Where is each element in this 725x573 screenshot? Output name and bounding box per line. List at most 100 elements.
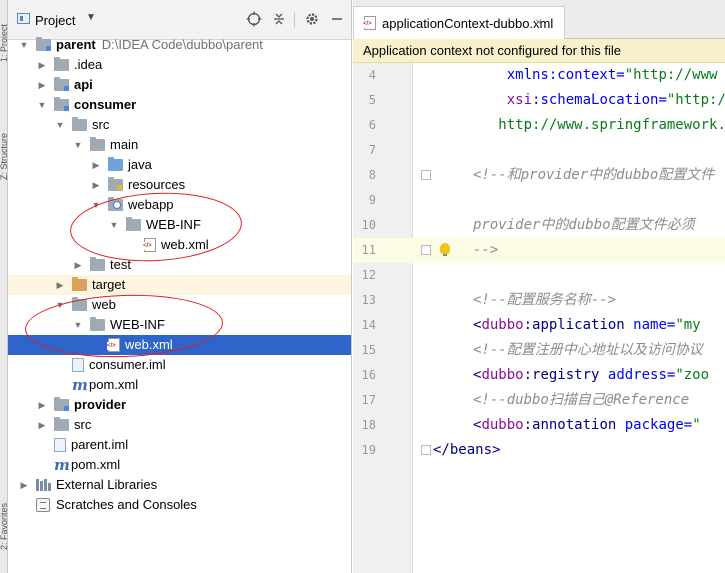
tree-row[interactable]: ▼ parent D:\IDEA Code\dubbo\parent xyxy=(8,35,351,55)
tree-row-label: resources xyxy=(128,175,185,195)
code-token: :schemaLocation= xyxy=(532,92,667,108)
chevron-right-icon[interactable]: ▶ xyxy=(36,75,48,95)
chevron-right-icon[interactable]: ▶ xyxy=(90,175,102,195)
code-line[interactable]: 10 provider中的dubbo配置文件必须 xyxy=(353,213,725,238)
code-line[interactable]: 13 <!--配置服务名称--> xyxy=(353,288,725,313)
fold-marker-icon[interactable] xyxy=(421,245,431,255)
tree-row[interactable]: ▶ target xyxy=(8,275,351,295)
tree-row[interactable]: ▶ .idea xyxy=(8,55,351,75)
tree-row[interactable]: ▼ web xyxy=(8,295,351,315)
tree-item-name: main xyxy=(110,137,139,152)
code-line[interactable]: 12 xyxy=(353,263,725,288)
code-token: :annotation xyxy=(523,417,625,433)
tree-row[interactable]: ▶ resources xyxy=(8,175,351,195)
tree-row[interactable]: parent.iml xyxy=(8,435,351,455)
xml-file-icon xyxy=(143,238,156,252)
tree-row[interactable]: consumer.iml xyxy=(8,355,351,375)
hide-panel-icon[interactable] xyxy=(328,11,346,29)
chevron-down-icon[interactable]: ▼ xyxy=(90,195,102,215)
project-panel: Project ▼ ▼ parent D:\IDEA Code\dubbo\pare… xyxy=(8,0,352,573)
tree-item-name: web.xml xyxy=(161,237,209,252)
fold-marker-icon[interactable] xyxy=(421,445,431,455)
tree-row[interactable]: m pom.xml xyxy=(8,455,351,475)
line-number: 16 xyxy=(361,368,376,382)
tree-row[interactable]: ▼ consumer xyxy=(8,95,351,115)
code-line[interactable]: 16 <dubbo:registry address="zoo xyxy=(353,363,725,388)
excluded-folder-icon xyxy=(72,277,87,291)
code-line[interactable]: 18 <dubbo:annotation package=" xyxy=(353,413,725,438)
chevron-right-icon[interactable]: ▶ xyxy=(90,155,102,175)
chevron-down-icon[interactable]: ▼ xyxy=(108,215,120,235)
chevron-down-icon[interactable]: ▼ xyxy=(54,295,66,315)
resources-folder-icon xyxy=(108,177,123,191)
code-token: --> xyxy=(473,242,499,258)
tree-row[interactable]: web.xml xyxy=(8,235,351,255)
tree-item-name: test xyxy=(110,257,131,272)
line-number: 10 xyxy=(361,218,376,232)
code-line[interactable]: 7 xyxy=(353,138,725,163)
chevron-right-icon[interactable]: ▶ xyxy=(36,55,48,75)
folder-icon xyxy=(54,417,69,431)
code-line[interactable]: 19 </beans> xyxy=(353,438,725,463)
tree-row[interactable]: ▼ main xyxy=(8,135,351,155)
chevron-right-icon[interactable]: ▶ xyxy=(54,275,66,295)
tree-row-label: .idea xyxy=(74,55,102,75)
chevron-down-icon[interactable]: ▼ xyxy=(36,95,48,115)
tree-row[interactable]: ▼ webapp xyxy=(8,195,351,215)
code-token: dubbo xyxy=(481,417,524,433)
favorites-tool-window-button[interactable]: 2: Favorites xyxy=(0,470,7,550)
tree-row[interactable]: web.xml xyxy=(8,335,351,355)
tree-row[interactable]: ▼ WEB-INF xyxy=(8,215,351,235)
tree-row[interactable]: ▶ java xyxy=(8,155,351,175)
tree-row-label: target xyxy=(92,275,125,295)
code-token: "http:// xyxy=(666,92,725,108)
chevron-down-icon[interactable]: ▼ xyxy=(54,115,66,135)
tree-row-label: webapp xyxy=(128,195,174,215)
chevron-right-icon[interactable]: ▶ xyxy=(72,255,84,275)
maven-pom-icon: m xyxy=(72,376,88,394)
chevron-down-icon[interactable]: ▼ xyxy=(18,35,30,55)
chevron-right-icon[interactable]: ▶ xyxy=(36,415,48,435)
code-line[interactable]: 17 <!--dubbo扫描自己@Reference xyxy=(353,388,725,413)
tree-row[interactable]: ▶ api xyxy=(8,75,351,95)
code-line[interactable]: 6 http://www.springframework.o xyxy=(353,113,725,138)
project-view-title[interactable]: Project xyxy=(35,13,75,28)
tree-item-name: .idea xyxy=(74,57,103,72)
code-line[interactable]: 15 <!--配置注册中心地址以及访问协议 xyxy=(353,338,725,363)
chevron-down-icon[interactable]: ▼ xyxy=(72,315,84,335)
tree-row[interactable]: m pom.xml xyxy=(8,375,351,395)
line-number: 12 xyxy=(361,268,376,282)
code-line[interactable]: 14 <dubbo:application name="my xyxy=(353,313,725,338)
tree-row[interactable]: Scratches and Consoles xyxy=(8,495,351,515)
tree-row[interactable]: ▶ provider xyxy=(8,395,351,415)
tree-row[interactable]: ▼ src xyxy=(8,115,351,135)
intention-bulb-icon[interactable] xyxy=(440,243,450,256)
structure-tool-window-button[interactable]: Z: Structure xyxy=(0,90,7,180)
tree-row-label: consumer xyxy=(74,95,136,115)
chevron-right-icon[interactable]: ▶ xyxy=(36,395,48,415)
code-token: "zoo xyxy=(675,367,710,383)
tab-applicationcontext-dubbo[interactable]: applicationContext-dubbo.xml × xyxy=(353,6,565,39)
code-line[interactable]: 9 xyxy=(353,188,725,213)
tree-row-label: consumer.iml xyxy=(89,355,166,375)
tree-row[interactable]: ▶ src xyxy=(8,415,351,435)
gear-icon[interactable] xyxy=(303,11,321,29)
code-line[interactable]: 5 xsi:schemaLocation="http:// xyxy=(353,88,725,113)
code-token: " xyxy=(692,417,701,433)
tree-row[interactable]: ▼ WEB-INF xyxy=(8,315,351,335)
chevron-down-icon[interactable]: ▼ xyxy=(86,12,96,23)
tree-row[interactable]: ▶ External Libraries xyxy=(8,475,351,495)
code-line[interactable]: 4 xmlns:context="http://www xyxy=(353,63,725,88)
chevron-right-icon[interactable]: ▶ xyxy=(18,475,30,495)
code-line[interactable]: 11 --> xyxy=(353,238,725,263)
collapse-all-icon[interactable] xyxy=(270,11,288,29)
tree-row[interactable]: ▶ test xyxy=(8,255,351,275)
close-icon[interactable]: × xyxy=(535,15,542,29)
code-line[interactable]: 8 <!--和provider中的dubbo配置文件 xyxy=(353,163,725,188)
tree-item-name: src xyxy=(74,417,92,432)
locate-target-icon[interactable] xyxy=(245,11,263,29)
chevron-down-icon[interactable]: ▼ xyxy=(72,135,84,155)
fold-marker-icon[interactable] xyxy=(421,170,431,180)
project-tool-window-button[interactable]: 1: Project xyxy=(0,2,7,62)
